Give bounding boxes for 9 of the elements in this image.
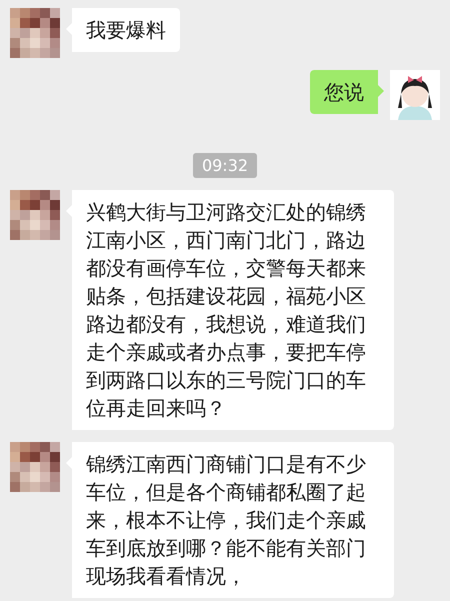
message-bubble: 兴鹤大街与卫河路交汇处的锦绣江南小区，西门南门北门，路边都没有画停车位，交警每天都来贴条，包括建设花园，福苑小区路边都没有，我想说，难道我们走个亲戚或者办点事，要把车停到两路口以东的三号院门口的车位再走回来吗？ <box>66 190 394 430</box>
avatar[interactable] <box>10 190 60 240</box>
avatar[interactable] <box>10 442 60 492</box>
message-bubble: 我要爆料 <box>66 8 180 52</box>
timestamp: 09:32 <box>192 153 258 178</box>
avatar[interactable] <box>10 8 60 58</box>
avatar[interactable] <box>390 70 440 120</box>
message-bubble: 您说 <box>310 70 384 114</box>
message-bubble: 锦绣江南西门商铺门口是有不少车位，但是各个商铺都私圈了起来，根本不让停，我们走个亲戚车到底放到哪？能不能有关部门现场我看看情况， <box>66 442 394 598</box>
